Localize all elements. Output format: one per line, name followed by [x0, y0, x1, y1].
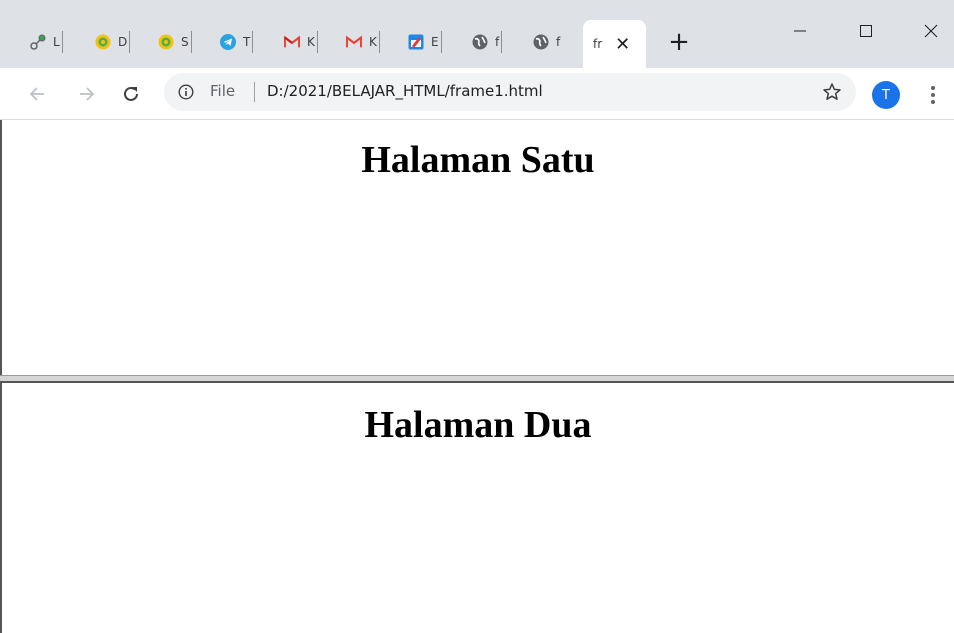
- browser-tab[interactable]: D: [95, 24, 131, 60]
- tab-title: K: [369, 35, 377, 49]
- minimize-icon: [794, 30, 806, 32]
- plus-icon: +: [668, 27, 690, 57]
- link-icon: [30, 34, 46, 50]
- tab-strip: L D S T K K E f f fr ✕ +: [0, 0, 954, 68]
- tab-title: T: [243, 35, 251, 49]
- tab-title: L: [53, 35, 60, 49]
- globe-icon: [472, 34, 488, 50]
- tab-separator: [252, 31, 254, 53]
- frame-heading: Halaman Dua: [364, 404, 592, 446]
- tab-title: f: [556, 35, 561, 49]
- browser-tab[interactable]: K: [346, 24, 380, 60]
- maximize-icon: [860, 25, 872, 37]
- browser-tab[interactable]: f: [472, 24, 503, 60]
- maximize-button[interactable]: [843, 16, 889, 46]
- tab-title: E: [431, 35, 439, 49]
- browser-tab[interactable]: K: [284, 24, 318, 60]
- top-frame: Halaman Satu: [0, 120, 954, 375]
- browser-tab[interactable]: f: [533, 24, 560, 60]
- close-icon: [924, 24, 938, 38]
- forward-button[interactable]: [73, 80, 101, 108]
- address-divider: [254, 82, 255, 102]
- tab-separator: [378, 31, 380, 53]
- scheme-label: File: [210, 82, 236, 100]
- bottom-frame: Halaman Dua: [0, 383, 954, 633]
- tab-close-icon[interactable]: ✕: [615, 34, 630, 55]
- telegram-icon: [220, 34, 236, 50]
- tab-separator: [501, 31, 503, 53]
- browser-tab[interactable]: L: [30, 24, 63, 60]
- tab-separator: [316, 31, 318, 53]
- address-bar[interactable]: File D:/2021/BELAJAR_HTML/frame1.html: [164, 73, 856, 111]
- gmail-icon: [346, 34, 362, 50]
- back-button[interactable]: [23, 80, 51, 108]
- close-window-button[interactable]: [908, 16, 954, 46]
- browser-tab[interactable]: T: [220, 24, 254, 60]
- url-text[interactable]: D:/2021/BELAJAR_HTML/frame1.html: [267, 82, 543, 100]
- profile-avatar[interactable]: T: [872, 81, 900, 109]
- tab-separator: [440, 31, 442, 53]
- university-seal-icon: [158, 34, 174, 50]
- bookmark-star-icon[interactable]: [822, 82, 842, 102]
- info-icon[interactable]: [178, 84, 194, 100]
- edit-doc-icon: [408, 34, 424, 50]
- frame-heading: Halaman Satu: [361, 139, 595, 181]
- back-arrow-icon: [29, 87, 44, 101]
- gmail-icon: [284, 34, 300, 50]
- tab-separator: [190, 31, 192, 53]
- minimize-button[interactable]: [777, 16, 823, 46]
- tab-title: S: [181, 35, 189, 49]
- globe-icon: [533, 34, 549, 50]
- browser-tab[interactable]: E: [408, 24, 442, 60]
- tab-title: K: [307, 35, 315, 49]
- tab-separator: [129, 31, 131, 53]
- browser-toolbar: File D:/2021/BELAJAR_HTML/frame1.html T: [0, 68, 954, 120]
- browser-tab[interactable]: S: [158, 24, 192, 60]
- menu-kebab-icon[interactable]: [926, 81, 940, 109]
- frame-resize-border[interactable]: [0, 375, 954, 383]
- new-tab-button[interactable]: +: [664, 25, 694, 59]
- university-seal-icon: [95, 34, 111, 50]
- tab-separator: [61, 31, 63, 53]
- tab-title: f: [495, 35, 500, 49]
- forward-arrow-icon: [80, 87, 95, 101]
- tab-title: fr: [593, 37, 603, 51]
- reload-icon: [124, 86, 138, 101]
- tab-title: D: [118, 35, 128, 49]
- browser-tab-active[interactable]: fr ✕: [583, 20, 646, 68]
- reload-button[interactable]: [117, 80, 145, 108]
